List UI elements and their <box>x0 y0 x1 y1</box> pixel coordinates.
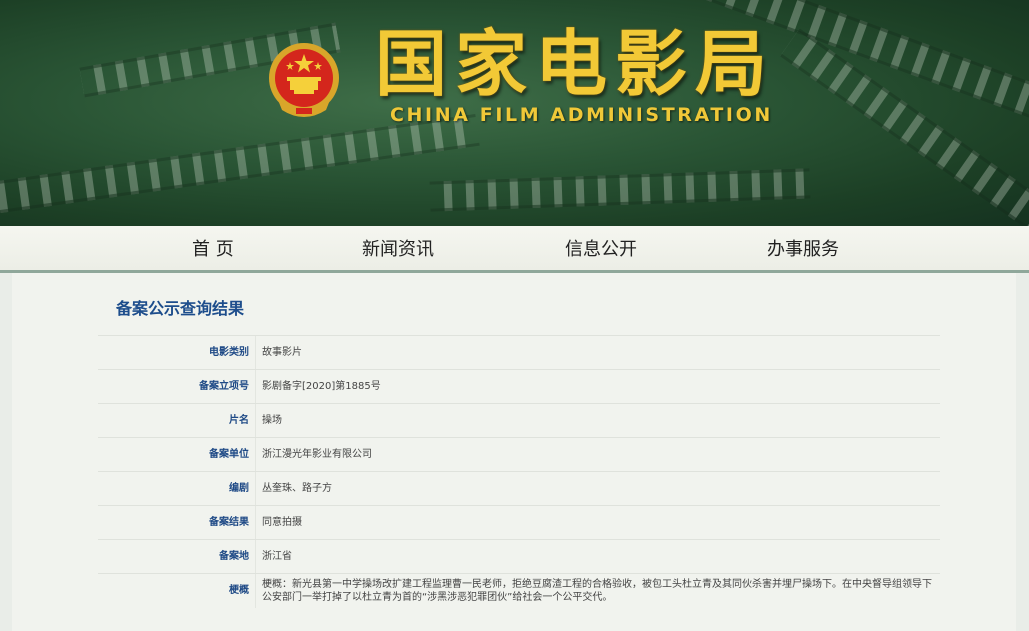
national-emblem-icon <box>269 43 339 117</box>
column-divider <box>255 370 256 403</box>
main-content: 备案公示查询结果 电影类别 故事影片 备案立项号 影剧备字[2020]第1885… <box>12 273 1016 631</box>
column-divider <box>255 540 256 573</box>
row-value: 影剧备字[2020]第1885号 <box>262 381 381 392</box>
film-strip-decoration <box>0 113 480 219</box>
column-divider <box>255 336 256 369</box>
table-row-record-unit: 备案单位 浙江漫光年影业有限公司 <box>98 437 940 471</box>
column-divider <box>255 574 256 608</box>
row-label: 片名 <box>229 415 249 426</box>
row-value: 浙江省 <box>262 551 292 562</box>
column-divider <box>255 506 256 539</box>
row-value: 梗概：新光县第一中学操场改扩建工程监理曹一民老师，拒绝豆腐渣工程的合格验收，被包… <box>262 579 932 603</box>
column-divider <box>255 404 256 437</box>
row-label: 备案单位 <box>209 449 249 460</box>
table-row-record-location: 备案地 浙江省 <box>98 539 940 573</box>
column-divider <box>255 472 256 505</box>
row-label: 编剧 <box>229 483 249 494</box>
film-strip-decoration <box>429 168 811 212</box>
row-value: 故事影片 <box>262 347 302 358</box>
row-label: 备案地 <box>219 551 249 562</box>
nav-item-info-disclosure[interactable]: 信息公开 <box>565 235 637 261</box>
page-title: 备案公示查询结果 <box>116 299 245 318</box>
nav-item-news[interactable]: 新闻资讯 <box>362 235 434 261</box>
row-label: 备案结果 <box>209 517 249 528</box>
row-value: 同意拍摄 <box>262 517 302 528</box>
site-title-english: CHINA FILM ADMINISTRATION <box>390 104 773 126</box>
column-divider <box>255 438 256 471</box>
row-value: 操场 <box>262 415 282 426</box>
site-header: 国家电影局 CHINA FILM ADMINISTRATION <box>0 0 1029 226</box>
row-label: 梗概 <box>229 585 249 596</box>
table-row-record-result: 备案结果 同意拍摄 <box>98 505 940 539</box>
record-info-table: 电影类别 故事影片 备案立项号 影剧备字[2020]第1885号 片名 操场 备… <box>98 335 940 608</box>
nav-item-home[interactable]: 首 页 <box>192 235 234 261</box>
row-label: 备案立项号 <box>199 381 249 392</box>
table-row-screenwriter: 编剧 丛奎珠、路子方 <box>98 471 940 505</box>
nav-item-services[interactable]: 办事服务 <box>767 235 839 261</box>
table-row-film-title: 片名 操场 <box>98 403 940 437</box>
row-value: 浙江漫光年影业有限公司 <box>262 449 372 460</box>
row-value: 丛奎珠、路子方 <box>262 483 332 494</box>
table-row-record-number: 备案立项号 影剧备字[2020]第1885号 <box>98 369 940 403</box>
row-label: 电影类别 <box>209 347 249 358</box>
site-title-chinese: 国家电影局 <box>375 22 776 106</box>
main-navigation: 首 页 新闻资讯 信息公开 办事服务 <box>0 226 1029 273</box>
table-row-synopsis: 梗概 梗概：新光县第一中学操场改扩建工程监理曹一民老师，拒绝豆腐渣工程的合格验收… <box>98 573 940 608</box>
table-row-film-category: 电影类别 故事影片 <box>98 335 940 369</box>
